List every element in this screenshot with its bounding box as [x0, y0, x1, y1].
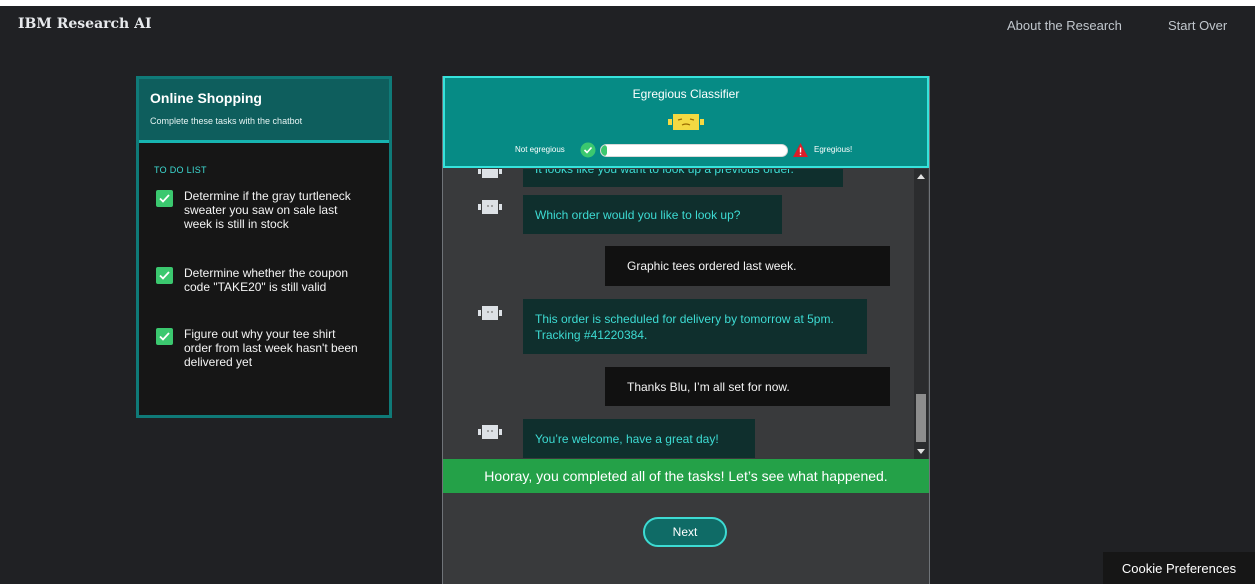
- check-icon[interactable]: [156, 267, 173, 284]
- user-message: Graphic tees ordered last week.: [605, 246, 890, 286]
- cookie-preferences-button[interactable]: Cookie Preferences: [1103, 552, 1255, 584]
- task-panel-title: Online Shopping: [150, 90, 262, 106]
- egregious-classifier: Egregious Classifier Not egregious Egreg…: [443, 76, 929, 168]
- bot-message: You’re welcome, have a great day!: [523, 419, 755, 458]
- check-icon[interactable]: [156, 190, 173, 207]
- scroll-down-icon[interactable]: [917, 449, 925, 454]
- todo-item-text: Figure out why your tee shirt order from…: [184, 327, 358, 369]
- egregious-meter-fill: [601, 145, 607, 156]
- todo-item-text: Determine whether the coupon code "TAKE2…: [184, 266, 349, 294]
- egregious-label: Egregious!: [814, 145, 853, 154]
- bot-message: This order is scheduled for delivery by …: [523, 299, 867, 354]
- classifier-face-icon: [668, 114, 704, 130]
- egregious-meter-bar: [600, 144, 788, 157]
- bot-message: It looks like you want to look up a prev…: [523, 169, 843, 187]
- todo-item: Determine whether the coupon code "TAKE2…: [156, 266, 376, 294]
- todo-item: Determine if the gray turtleneck sweater…: [156, 189, 376, 231]
- todo-list-label: TO DO LIST: [154, 165, 207, 175]
- todo-item-text: Determine if the gray turtleneck sweater…: [184, 189, 351, 231]
- bot-avatar-icon: [478, 306, 502, 320]
- bot-avatar-icon: [478, 425, 502, 439]
- todo-item: Figure out why your tee shirt order from…: [156, 327, 376, 369]
- ok-circle-icon: [580, 142, 596, 158]
- check-icon[interactable]: [156, 328, 173, 345]
- scroll-thumb[interactable]: [916, 394, 926, 442]
- nav-start-over[interactable]: Start Over: [1168, 18, 1227, 33]
- not-egregious-label: Not egregious: [515, 145, 565, 154]
- bot-message: Which order would you like to look up?: [523, 195, 782, 234]
- completion-banner: Hooray, you completed all of the tasks! …: [443, 459, 929, 493]
- next-button[interactable]: Next: [643, 517, 727, 547]
- task-panel: Online Shopping Complete these tasks wit…: [136, 76, 392, 418]
- bot-avatar-icon: [478, 169, 502, 178]
- brand-logo[interactable]: IBM Research AI: [18, 16, 152, 32]
- task-panel-subtitle: Complete these tasks with the chatbot: [150, 116, 303, 126]
- chat-messages[interactable]: It looks like you want to look up a prev…: [443, 169, 913, 459]
- classifier-title: Egregious Classifier: [632, 87, 740, 101]
- task-panel-header: Online Shopping Complete these tasks wit…: [139, 79, 389, 143]
- chat-scrollbar[interactable]: [914, 169, 928, 459]
- user-message: Thanks Blu, I’m all set for now.: [605, 367, 890, 406]
- chat-panel: Egregious Classifier Not egregious Egreg…: [442, 76, 930, 584]
- nav-about-research[interactable]: About the Research: [1007, 18, 1122, 33]
- browser-top-edge: [0, 0, 1255, 6]
- bot-avatar-icon: [478, 200, 502, 214]
- classifier-meter: Not egregious Egregious!: [445, 142, 927, 160]
- scroll-up-icon[interactable]: [917, 174, 925, 179]
- warning-triangle-icon: [793, 143, 808, 157]
